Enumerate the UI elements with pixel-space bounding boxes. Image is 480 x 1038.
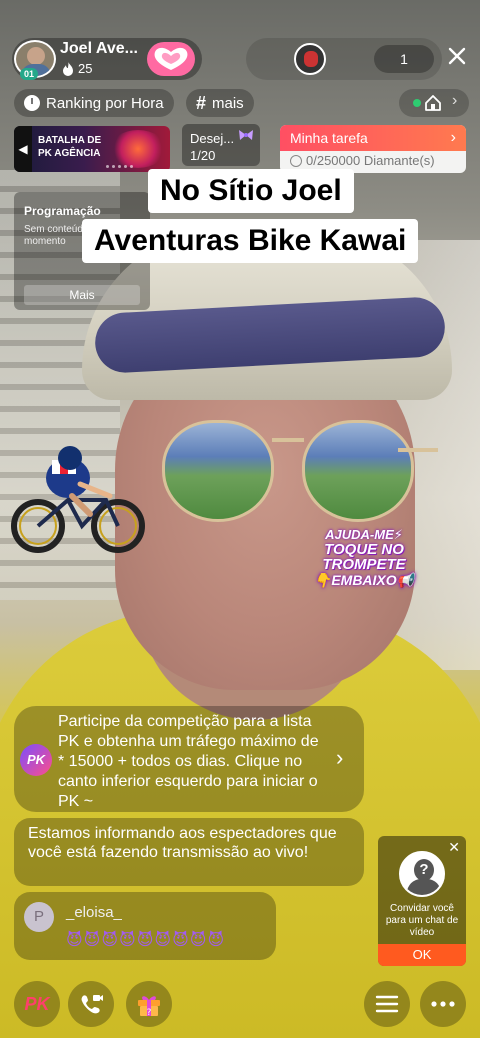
online-dot — [413, 99, 421, 107]
sunglasses-lens-left — [162, 420, 274, 522]
system-live-text: Estamos informando aos espectadores que … — [28, 825, 337, 861]
host-fans-count: 25 — [78, 61, 93, 76]
user-message-text: 😈😈😈😈😈😈😈😈😈 — [66, 932, 226, 949]
pk-banner-title: BATALHA DE PK AGÊNCIA — [38, 135, 102, 159]
fire-icon — [63, 61, 73, 76]
host-level-badge: 01 — [20, 68, 39, 80]
more-icon — [431, 1001, 455, 1007]
chat-message[interactable]: P _eloisa_ 😈😈😈😈😈😈😈😈😈 — [14, 892, 276, 960]
pk-icon: PK — [24, 993, 50, 1014]
trumpet-hint-line-3: 👇EMBAIXO📢 — [313, 572, 415, 589]
sunglasses-bridge — [272, 438, 304, 442]
ranking-chip[interactable]: Ranking por Hora — [14, 89, 174, 117]
video-call-button[interactable] — [68, 981, 114, 1027]
host-name[interactable]: Joel Ave... — [60, 40, 138, 58]
close-icon — [448, 47, 466, 65]
program-title: Programação — [24, 204, 101, 218]
task-progress-row: 0/250000 Diamante(s) — [280, 151, 466, 170]
video-call-icon — [81, 995, 103, 1014]
invite-text: Convidar você para um chat de vídeo — [385, 903, 459, 938]
close-button[interactable] — [444, 44, 470, 70]
menu-button[interactable] — [364, 981, 410, 1027]
bow-icon — [239, 130, 253, 140]
invite-avatar: ? — [399, 851, 445, 897]
video-chat-invite-card: ✕ ? Convidar você para um chat de vídeo … — [378, 836, 466, 966]
my-task-card[interactable]: Minha tarefa › 0/250000 Diamante(s) — [280, 125, 466, 173]
banner-prev-icon[interactable]: ◀ — [14, 126, 32, 172]
host-fans: 25 — [62, 61, 92, 76]
close-icon[interactable]: ✕ — [448, 839, 460, 856]
clock-icon — [290, 154, 302, 167]
heart-lips-icon — [154, 47, 188, 70]
task-progress: 0/250000 Diamante(s) — [306, 153, 435, 168]
more-button[interactable] — [420, 981, 466, 1027]
stream-title-line-2: Aventuras Bike Kawai — [82, 219, 419, 263]
trumpet-hint: AJUDA-ME⚡ TOQUE NO TROMPETE 👇EMBAIXO📢 — [294, 528, 434, 588]
invite-ok-button[interactable]: OK — [378, 944, 466, 966]
sunglasses-arm — [398, 448, 438, 452]
wish-list-card[interactable]: Desej... 1/20 — [182, 124, 260, 166]
gift-icon: ? — [138, 996, 160, 1018]
hash-icon: # — [196, 92, 207, 113]
viewer-count[interactable]: 1 — [374, 45, 434, 73]
cyclist-sticker — [11, 446, 145, 553]
pk-banner-art — [110, 130, 166, 168]
task-title: Minha tarefa — [290, 130, 368, 146]
pk-button[interactable]: PK — [14, 981, 60, 1027]
pk-promo-text: Participe da competição para a lista PK … — [58, 713, 319, 810]
program-more-button[interactable]: Mais — [24, 285, 140, 305]
chevron-right-icon: › — [452, 92, 458, 109]
task-header: Minha tarefa › — [280, 125, 466, 151]
pk-promo-message[interactable]: Participe da competição para a lista PK … — [14, 706, 364, 812]
viewer-avatar[interactable] — [294, 43, 326, 75]
wish-progress: 1/20 — [190, 148, 216, 163]
trumpet-hint-line-1: AJUDA-ME⚡ — [325, 527, 403, 542]
pk-agency-banner[interactable]: ◀ BATALHA DE PK AGÊNCIA — [14, 126, 170, 172]
ranking-label: Ranking por Hora — [46, 94, 164, 112]
svg-text:?: ? — [147, 1008, 152, 1018]
user-name[interactable]: _eloisa_ — [66, 904, 122, 921]
banner-pager-dots — [106, 165, 133, 168]
pk-badge-icon: PK — [20, 744, 52, 776]
hashtag-label: mais — [212, 94, 244, 112]
menu-icon — [375, 995, 399, 1013]
home-icon — [425, 95, 441, 111]
system-live-message: Estamos informando aos espectadores que … — [14, 818, 364, 886]
trumpet-hint-line-2: TOQUE NO TROMPETE — [322, 540, 406, 574]
sunglasses-lens-right — [302, 420, 414, 522]
user-avatar[interactable]: P — [24, 902, 54, 932]
clock-icon — [24, 95, 40, 111]
hashtag-chip[interactable]: # mais — [186, 89, 254, 117]
stream-title-line-1: No Sítio Joel — [148, 169, 354, 213]
gift-button[interactable]: ? — [126, 981, 172, 1027]
follow-button[interactable] — [147, 42, 195, 76]
chevron-right-icon: › — [450, 129, 456, 146]
chevron-right-icon: › — [336, 745, 344, 770]
